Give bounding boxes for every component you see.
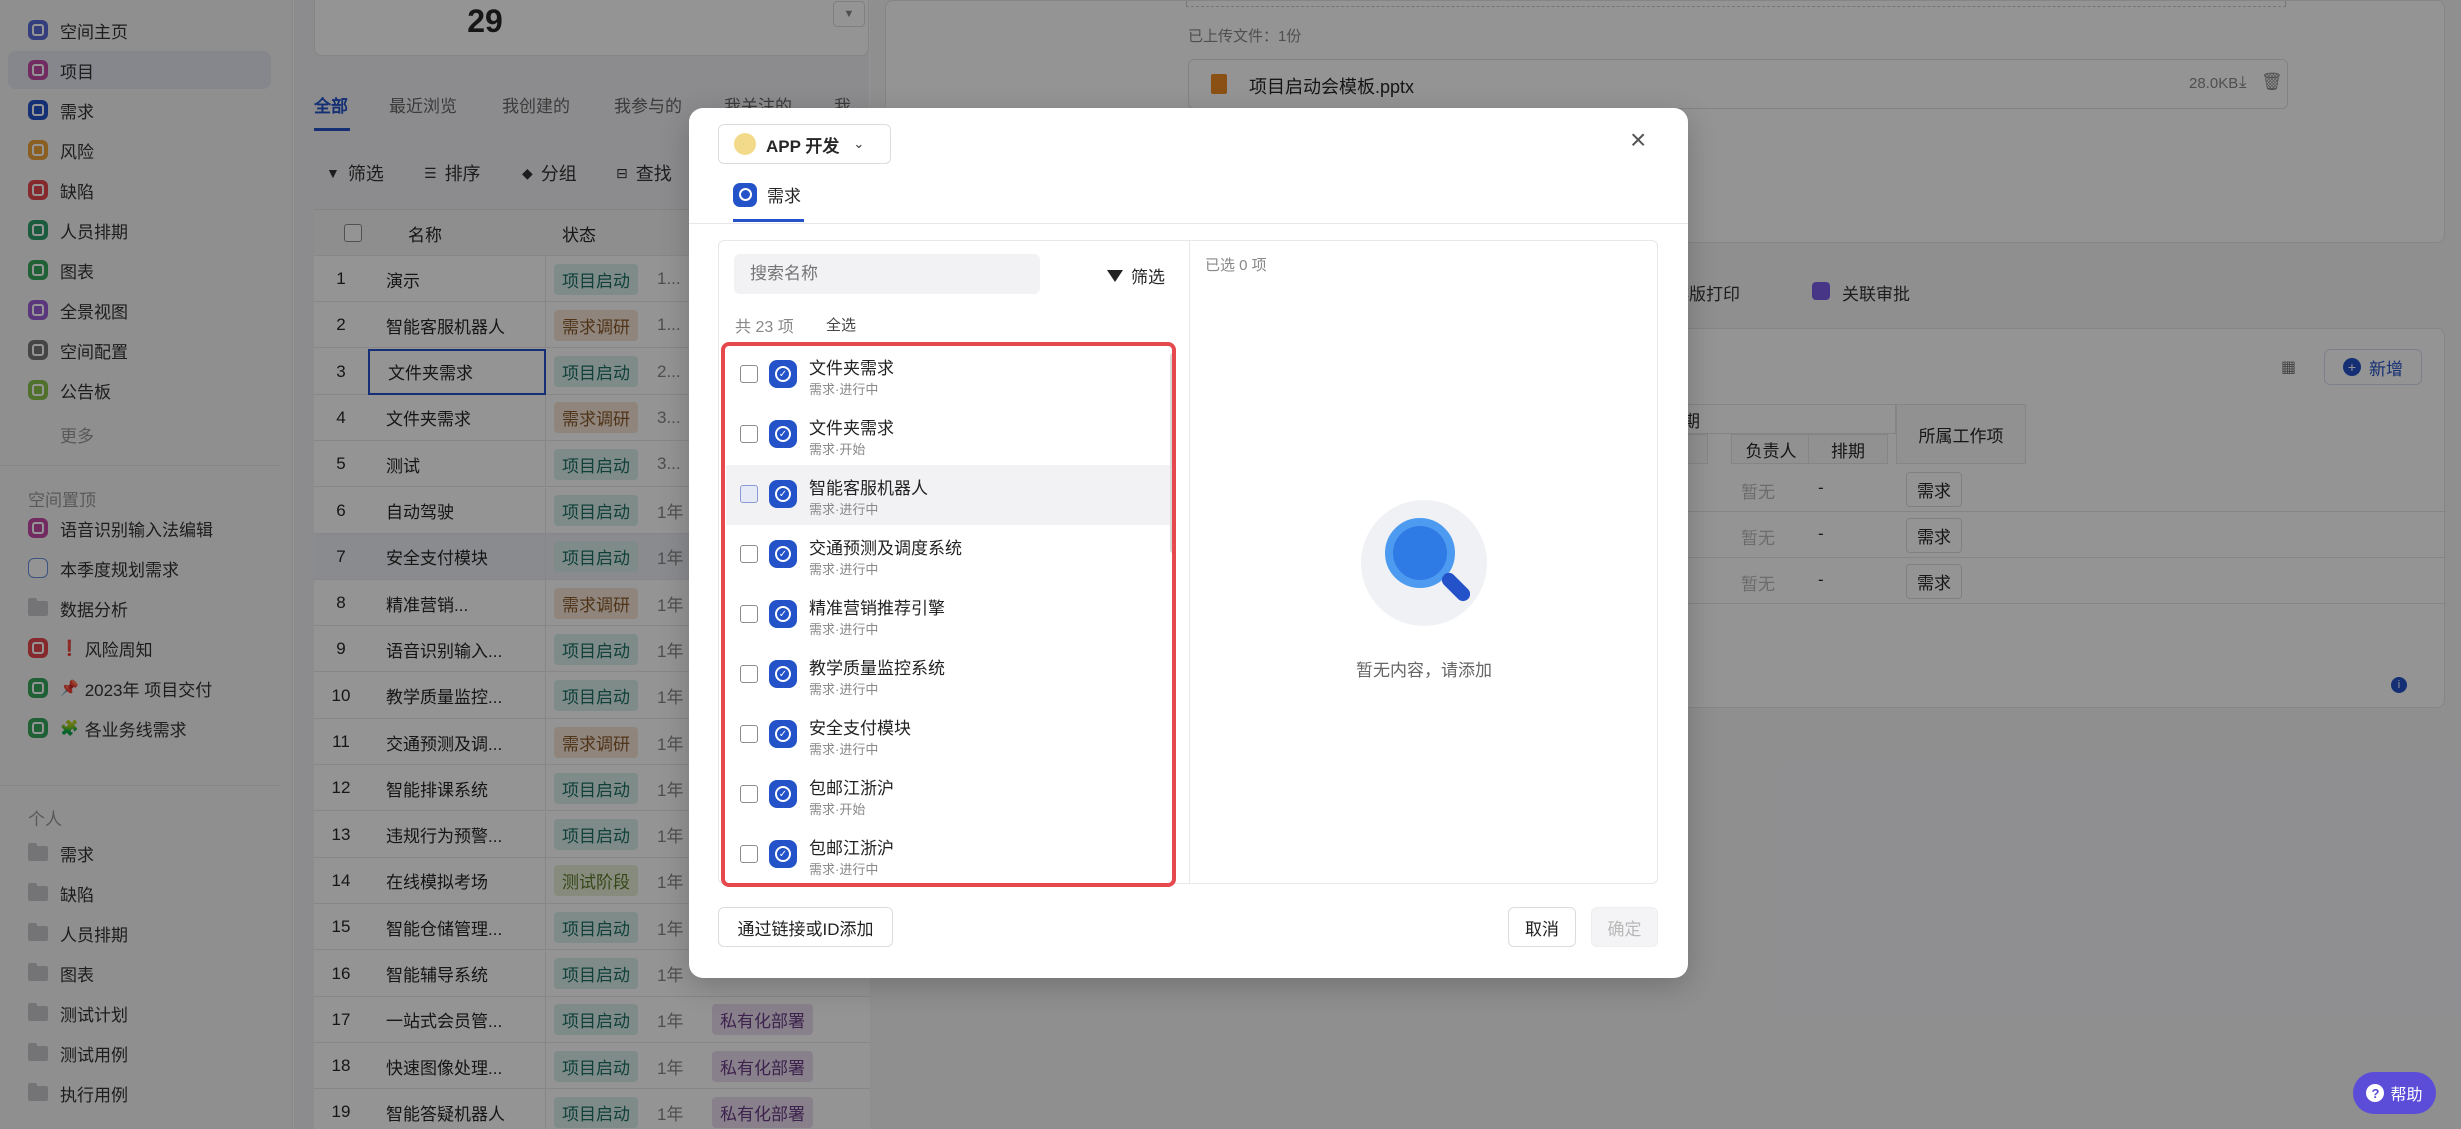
empty-message: 暂无内容，请添加 xyxy=(1356,661,1492,680)
selected-count: 已选 0 项 xyxy=(1205,257,1267,274)
close-icon[interactable]: × xyxy=(1630,126,1646,154)
requirement-icon xyxy=(733,182,757,207)
project-selector[interactable]: APP 开发 ⌄ xyxy=(718,124,891,164)
filter-label: 筛选 xyxy=(1131,268,1165,287)
project-avatar-icon xyxy=(734,133,756,155)
divider xyxy=(1189,240,1190,884)
help-button[interactable]: ? 帮助 xyxy=(2353,1072,2436,1114)
confirm-button[interactable]: 确定 xyxy=(1591,907,1658,947)
chevron-down-icon: ⌄ xyxy=(853,136,865,151)
filter-button[interactable]: 筛选 xyxy=(1107,263,1165,288)
question-icon: ? xyxy=(2366,1084,2385,1102)
tab-label: 需求 xyxy=(767,187,801,206)
highlight-box xyxy=(721,342,1176,887)
help-label: 帮助 xyxy=(2390,1087,2423,1104)
search-input[interactable] xyxy=(734,254,1040,294)
divider xyxy=(689,223,1688,224)
active-tab-indicator xyxy=(733,219,804,222)
add-by-link-button[interactable]: 通过链接或ID添加 xyxy=(718,907,893,947)
cancel-button[interactable]: 取消 xyxy=(1508,907,1576,947)
add-work-item-dialog: APP 开发 ⌄ × 需求 筛选 共 23 项 全选 ✓文件夹需求需求·进行中✓… xyxy=(689,108,1688,978)
total-count: 共 23 项 xyxy=(735,319,794,336)
tab-requirement[interactable]: 需求 xyxy=(733,182,801,207)
filter-icon xyxy=(1107,269,1123,282)
project-name: APP 开发 xyxy=(766,136,840,156)
empty-search-icon xyxy=(1361,500,1487,626)
select-all-link[interactable]: 全选 xyxy=(826,314,856,335)
